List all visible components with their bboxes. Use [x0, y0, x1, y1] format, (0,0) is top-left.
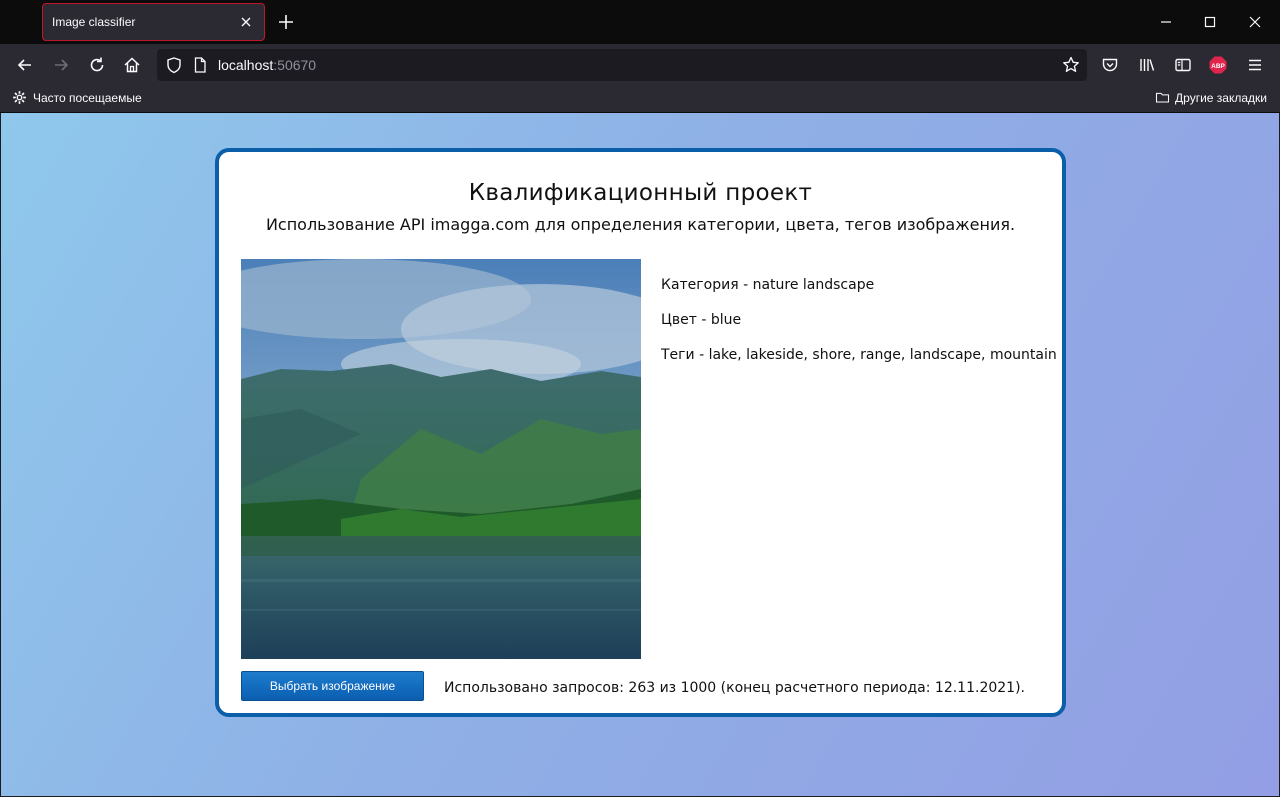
star-icon[interactable]	[1061, 55, 1081, 75]
choose-image-button[interactable]: Выбрать изображение	[241, 671, 424, 701]
window-close-icon[interactable]	[1245, 12, 1265, 32]
adblock-icon[interactable]: ABP	[1208, 55, 1228, 75]
forward-icon[interactable]	[51, 55, 71, 75]
new-tab-icon[interactable]	[276, 12, 296, 32]
bookmark-most-visited[interactable]: Часто посещаемые	[12, 90, 142, 105]
gear-icon	[13, 91, 26, 104]
page-info-icon[interactable]	[190, 55, 210, 75]
close-icon[interactable]	[236, 12, 256, 32]
bookmark-most-visited-label: Часто посещаемые	[33, 90, 142, 105]
home-icon[interactable]	[122, 55, 142, 75]
bookmark-other-label: Другие закладки	[1175, 90, 1267, 105]
tab-bar: Image classifier	[0, 0, 1280, 44]
minimize-icon[interactable]	[1156, 12, 1176, 32]
usage-status: Использовано запросов: 263 из 1000 (коне…	[444, 680, 1025, 696]
url-host: localhost	[218, 57, 274, 73]
folder-icon	[1156, 92, 1170, 103]
page-subtitle: Использование API imagga.com для определ…	[265, 215, 1016, 234]
sidebar-icon[interactable]	[1173, 55, 1193, 75]
results-panel: Категория - nature landscape Цвет - blue…	[661, 277, 1057, 382]
tab-title: Image classifier	[52, 15, 136, 29]
url-text[interactable]: localhost:50670	[218, 57, 316, 73]
bookmarks-bar: Часто посещаемые Другие закладки	[0, 86, 1280, 113]
adblock-label: ABP	[1211, 63, 1225, 70]
url-port: :50670	[273, 57, 317, 73]
pocket-icon[interactable]	[1100, 55, 1120, 75]
back-icon[interactable]	[15, 55, 35, 75]
result-tags: Теги - lake, lakeside, shore, range, lan…	[661, 347, 1057, 363]
maximize-icon[interactable]	[1200, 12, 1220, 32]
reload-icon[interactable]	[87, 55, 107, 75]
main-card: Квалификационный проект Использование AP…	[215, 148, 1066, 717]
page-title: Квалификационный проект	[468, 180, 813, 206]
library-icon[interactable]	[1137, 55, 1157, 75]
bookmark-other[interactable]: Другие закладки	[1155, 90, 1267, 105]
browser-tab[interactable]: Image classifier	[42, 3, 265, 41]
shield-icon[interactable]	[164, 55, 184, 75]
address-bar[interactable]: localhost:50670	[157, 49, 1087, 81]
result-category: Категория - nature landscape	[661, 277, 875, 293]
classified-image	[241, 259, 641, 659]
page-viewport: Квалификационный проект Использование AP…	[1, 113, 1279, 796]
result-color: Цвет - blue	[661, 312, 742, 328]
menu-icon[interactable]	[1245, 55, 1265, 75]
